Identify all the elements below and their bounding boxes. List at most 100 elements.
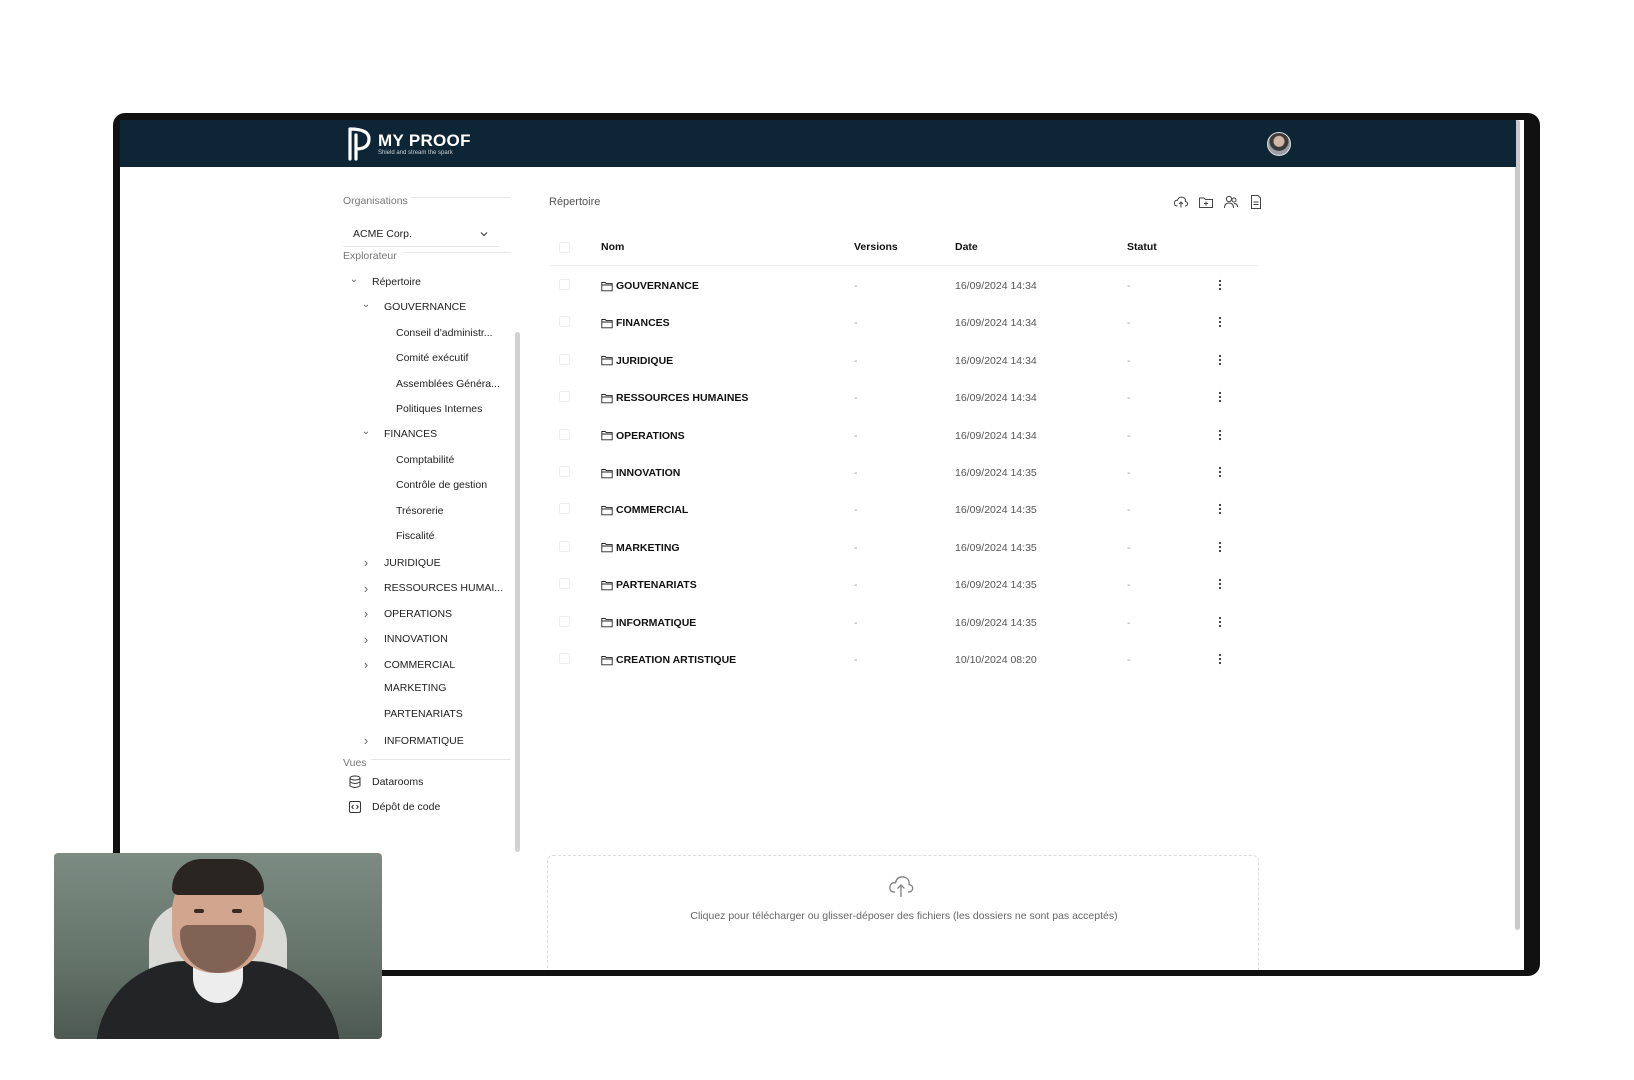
table-row[interactable]: JURIDIQUE - 16/09/2024 14:34 - (549, 342, 1259, 380)
table-row[interactable]: COMMERCIAL - 16/09/2024 14:35 - (549, 491, 1259, 529)
folder-name-cell[interactable]: COMMERCIAL (601, 504, 688, 516)
table-row[interactable]: INFORMATIQUE - 16/09/2024 14:35 - (549, 604, 1259, 642)
row-checkbox[interactable] (559, 391, 570, 403)
folder-name-cell[interactable]: RESSOURCES HUMAINES (601, 392, 748, 404)
folder-icon (601, 655, 613, 665)
tree-item[interactable]: Comité exécutif (372, 352, 468, 364)
new-folder-button[interactable] (1197, 193, 1214, 210)
status-cell: - (1127, 354, 1131, 367)
tree-item[interactable]: › RESSOURCES HUMAI... (360, 581, 503, 596)
column-header-versions[interactable]: Versions (854, 241, 898, 253)
folder-name-cell[interactable]: FINANCES (601, 317, 670, 329)
row-actions-button[interactable] (1213, 613, 1227, 631)
database-icon (348, 775, 362, 789)
table-row[interactable]: MARKETING - 16/09/2024 14:35 - (549, 529, 1259, 567)
table-row[interactable]: OPERATIONS - 16/09/2024 14:34 - (549, 417, 1259, 455)
chevron-right-icon[interactable]: › (360, 733, 372, 748)
view-code-repository[interactable]: Dépôt de code (348, 800, 440, 814)
row-actions-button[interactable] (1213, 276, 1227, 294)
row-actions-button[interactable] (1213, 313, 1227, 331)
tree-item[interactable]: Comptabilité (372, 454, 454, 466)
row-actions-button[interactable] (1213, 463, 1227, 481)
folder-name-cell[interactable]: INNOVATION (601, 467, 680, 479)
tree-item[interactable]: › INFORMATIQUE (360, 733, 464, 748)
organisation-select-value: ACME Corp. (353, 227, 412, 240)
row-checkbox[interactable] (559, 615, 570, 627)
row-actions-button[interactable] (1213, 351, 1227, 369)
tree-item[interactable]: › OPERATIONS (360, 606, 452, 621)
tree-item[interactable]: Fiscalité (372, 530, 435, 542)
row-actions-button[interactable] (1213, 500, 1227, 518)
row-checkbox[interactable] (559, 540, 570, 552)
row-checkbox[interactable] (559, 578, 570, 590)
row-actions-button[interactable] (1213, 575, 1227, 593)
upload-cloud-button[interactable] (1172, 193, 1189, 210)
tree-item[interactable]: ⌄ GOUVERNANCE (360, 299, 466, 313)
tree-item[interactable]: › JURIDIQUE (360, 555, 441, 570)
folder-name-cell[interactable]: JURIDIQUE (601, 355, 673, 367)
table-row[interactable]: RESSOURCES HUMAINES - 16/09/2024 14:34 - (549, 379, 1259, 417)
tree-item[interactable]: Assemblées Généra... (372, 378, 500, 390)
row-actions-button[interactable] (1213, 388, 1227, 406)
more-vertical-icon (1218, 653, 1222, 665)
organisation-select[interactable]: ACME Corp. (343, 221, 499, 247)
sidebar-scrollbar[interactable] (515, 332, 520, 852)
status-cell: - (1127, 654, 1131, 666)
view-datarooms[interactable]: Datarooms (348, 775, 423, 789)
column-header-status[interactable]: Statut (1127, 241, 1157, 253)
tree-item[interactable]: ⌄ Répertoire (348, 274, 421, 288)
folder-icon (601, 356, 613, 366)
folder-icon (601, 618, 613, 628)
more-vertical-icon (1218, 504, 1222, 515)
chevron-down-icon[interactable]: ⌄ (360, 299, 372, 310)
chevron-right-icon[interactable]: › (360, 632, 372, 647)
logo-mark-icon (348, 127, 371, 161)
tree-item[interactable]: › INNOVATION (360, 632, 448, 647)
row-checkbox[interactable] (559, 466, 570, 477)
folder-name-cell[interactable]: OPERATIONS (601, 430, 685, 442)
table-row[interactable]: FINANCES - 16/09/2024 14:34 - (549, 304, 1259, 342)
tree-item[interactable]: Trésorerie (372, 505, 443, 517)
tree-item[interactable]: ⌄ FINANCES (360, 426, 437, 440)
folder-name-cell[interactable]: MARKETING (601, 542, 680, 554)
folder-name-cell[interactable]: INFORMATIQUE (601, 617, 696, 629)
share-users-button[interactable] (1222, 193, 1239, 210)
file-dropzone[interactable]: Cliquez pour télécharger ou glisser-dépo… (547, 855, 1259, 970)
row-checkbox[interactable] (559, 653, 570, 664)
chevron-right-icon[interactable]: › (360, 581, 372, 596)
row-checkbox[interactable] (559, 503, 570, 515)
tree-item[interactable]: PARTENARIATS (360, 708, 463, 720)
chevron-right-icon[interactable]: › (360, 657, 372, 672)
chevron-right-icon[interactable]: › (360, 606, 372, 621)
row-actions-button[interactable] (1213, 426, 1227, 444)
folder-name-cell[interactable]: GOUVERNANCE (601, 280, 699, 292)
table-row[interactable]: PARTENARIATS - 16/09/2024 14:35 - (549, 566, 1259, 604)
folder-name-cell[interactable]: CREATION ARTISTIQUE (601, 654, 736, 666)
chevron-right-icon[interactable]: › (360, 555, 372, 570)
table-row[interactable]: GOUVERNANCE - 16/09/2024 14:34 - (549, 267, 1259, 305)
column-header-name[interactable]: Nom (601, 241, 624, 253)
row-checkbox[interactable] (559, 279, 570, 290)
row-checkbox[interactable] (559, 428, 570, 440)
page-scrollbar[interactable] (1515, 120, 1520, 930)
chevron-down-icon[interactable]: ⌄ (360, 426, 372, 437)
row-actions-button[interactable] (1213, 538, 1227, 556)
tree-item[interactable]: › COMMERCIAL (360, 657, 455, 672)
chevron-down-icon[interactable]: ⌄ (348, 274, 360, 285)
row-checkbox[interactable] (559, 353, 570, 365)
folder-name-cell[interactable]: PARTENARIATS (601, 579, 697, 591)
row-actions-button[interactable] (1213, 650, 1227, 668)
app-logo[interactable]: MY PROOF Shield and stream the spark (345, 125, 471, 163)
column-header-date[interactable]: Date (955, 241, 978, 253)
select-all-checkbox[interactable] (559, 242, 570, 253)
tree-item[interactable]: Conseil d'administr... (372, 327, 493, 339)
user-avatar[interactable] (1267, 132, 1291, 156)
tree-item[interactable]: MARKETING (360, 682, 446, 694)
document-button[interactable] (1247, 193, 1264, 210)
table-row[interactable]: CREATION ARTISTIQUE - 10/10/2024 08:20 - (549, 641, 1259, 679)
table-row[interactable]: INNOVATION - 16/09/2024 14:35 - (549, 454, 1259, 492)
more-vertical-icon (1218, 354, 1222, 365)
tree-item[interactable]: Politiques Internes (372, 403, 482, 415)
tree-item[interactable]: Contrôle de gestion (372, 479, 487, 491)
row-checkbox[interactable] (559, 316, 570, 328)
